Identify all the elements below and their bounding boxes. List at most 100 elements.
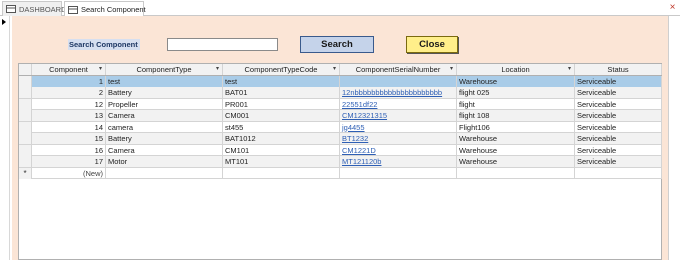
column-header-label: Status [607,65,629,74]
row-selector[interactable] [19,75,32,87]
cell-componenttypecode[interactable]: BAT01 [223,87,340,98]
cell-location[interactable]: Warehouse [457,75,575,87]
cell-component[interactable]: 2 [32,87,106,98]
new-cell-status[interactable] [575,167,662,179]
table-row[interactable]: 12 Propeller PR001 22551df22 flight Serv… [19,98,662,110]
column-header-label: ComponentSerialNumber [355,65,441,74]
cell-location[interactable]: flight [457,98,575,110]
cell-location[interactable]: flight 025 [457,87,575,98]
cell-componenttypecode[interactable]: CM001 [223,110,340,121]
tab-dashboard-label: DASHBOARD [19,4,67,14]
new-cell-serial[interactable] [340,167,457,179]
column-header-componenttypecode[interactable]: ComponentTypeCode ▾ [223,64,340,75]
table-row[interactable]: 13 Camera CM001 CM12321315 flight 108 Se… [19,110,662,122]
cell-location[interactable]: Warehouse [457,144,575,156]
cell-status[interactable]: Serviceable [575,133,662,144]
cell-status[interactable]: Serviceable [575,98,662,110]
column-header-componentserialnumber[interactable]: ComponentSerialNumber ▾ [340,64,457,75]
cell-serial-link[interactable]: BT1232 [340,133,457,144]
new-record-row[interactable]: * (New) [19,167,662,179]
cell-componenttypecode[interactable]: CM101 [223,144,340,156]
column-header-label: Location [501,65,530,74]
cell-componenttype[interactable]: Camera [106,110,223,121]
cell-location[interactable]: Warehouse [457,156,575,167]
cell-status[interactable]: Serviceable [575,110,662,121]
cell-location[interactable]: Flight106 [457,121,575,133]
cell-componenttypecode[interactable]: st455 [223,121,340,133]
column-header-label: ComponentTypeCode [244,65,318,74]
column-header-component[interactable]: Component ▾ [32,64,106,75]
cell-serial-link[interactable]: CM1221D [340,144,457,156]
cell-componenttype[interactable]: camera [106,121,223,133]
column-header-status[interactable]: Status [575,64,662,75]
new-record-label[interactable]: (New) [32,167,106,179]
cell-status[interactable]: Serviceable [575,121,662,133]
select-all-cell[interactable] [19,64,32,75]
cell-component[interactable]: 14 [32,121,106,133]
sort-dropdown-icon[interactable]: ▾ [333,64,336,75]
cell-component[interactable]: 12 [32,98,106,110]
component-datasheet: Component ▾ ComponentType ▾ ComponentTypeC… [18,63,662,260]
tab-search-component[interactable]: Search Component [64,1,146,17]
sort-dropdown-icon[interactable]: ▾ [216,64,219,75]
cell-status[interactable]: Serviceable [575,75,662,87]
cell-serial-link[interactable]: MT121120b [340,156,457,167]
cell-componenttype[interactable]: Camera [106,144,223,156]
cell-component[interactable]: 13 [32,110,106,121]
close-button[interactable]: Close [406,36,458,53]
new-cell-location[interactable] [457,167,575,179]
cell-serial-link[interactable]: 22551df22 [340,98,457,110]
new-cell-componenttypecode[interactable] [223,167,340,179]
cell-serial-link[interactable]: jg4455 [340,121,457,133]
table-row[interactable]: 15 Battery BAT1012 BT1232 Warehouse Serv… [19,133,662,145]
record-selector-strip [0,16,10,260]
tab-dashboard[interactable]: DASHBOARD [2,1,67,16]
row-selector[interactable] [19,87,32,98]
cell-status[interactable]: Serviceable [575,87,662,98]
cell-componenttypecode[interactable]: MT101 [223,156,340,167]
cell-component[interactable]: 17 [32,156,106,167]
sort-dropdown-icon[interactable]: ▾ [99,64,102,75]
cell-serial-link[interactable]: CM12321315 [340,110,457,121]
cell-location[interactable]: flight 108 [457,110,575,121]
cell-componenttype[interactable]: Battery [106,133,223,144]
cell-component[interactable]: 15 [32,133,106,144]
sort-dropdown-icon[interactable]: ▾ [450,64,453,75]
cell-component[interactable]: 16 [32,144,106,156]
cell-componenttype[interactable]: Motor [106,156,223,167]
vertical-scrollbar[interactable] [668,16,680,260]
table-row[interactable]: 16 Camera CM101 CM1221D Warehouse Servic… [19,144,662,156]
cell-status[interactable]: Serviceable [575,156,662,167]
sort-dropdown-icon[interactable]: ▾ [568,64,571,75]
cell-componenttypecode[interactable]: BAT1012 [223,133,340,144]
row-selector[interactable] [19,144,32,156]
search-input[interactable] [167,38,278,51]
cell-componenttype[interactable]: Propeller [106,98,223,110]
new-cell-componenttype[interactable] [106,167,223,179]
close-icon[interactable]: × [668,3,677,13]
table-row[interactable]: 1 test test Warehouse Serviceable [19,75,662,87]
cell-componenttype[interactable]: test [106,75,223,87]
row-selector[interactable] [19,156,32,167]
column-header-componenttype[interactable]: ComponentType ▾ [106,64,223,75]
row-selector[interactable] [19,110,32,121]
document-tab-bar: DASHBOARD Search Component × [0,0,680,17]
row-selector[interactable] [19,98,32,110]
column-header-location[interactable]: Location ▾ [457,64,575,75]
cell-componenttypecode[interactable]: PR001 [223,98,340,110]
cell-componenttype[interactable]: Battery [106,87,223,98]
cell-serial-link[interactable]: 12nbbbbbbbbbbbbbbbbbbbbb [340,87,457,98]
cell-component[interactable]: 1 [32,75,106,87]
cell-location[interactable]: Warehouse [457,133,575,144]
table-row[interactable]: 2 Battery BAT01 12nbbbbbbbbbbbbbbbbbbbbb… [19,87,662,99]
new-record-marker[interactable]: * [19,167,32,179]
cell-status[interactable]: Serviceable [575,144,662,156]
row-selector[interactable] [19,133,32,144]
table-row[interactable]: 14 camera st455 jg4455 Flight106 Service… [19,121,662,133]
search-button[interactable]: Search [300,36,374,53]
table-row[interactable]: 17 Motor MT101 MT121120b Warehouse Servi… [19,156,662,168]
cell-componenttypecode[interactable]: test [223,75,340,87]
search-component-label: Search Component [68,39,140,50]
cell-serial-link[interactable] [340,75,457,87]
row-selector[interactable] [19,121,32,133]
